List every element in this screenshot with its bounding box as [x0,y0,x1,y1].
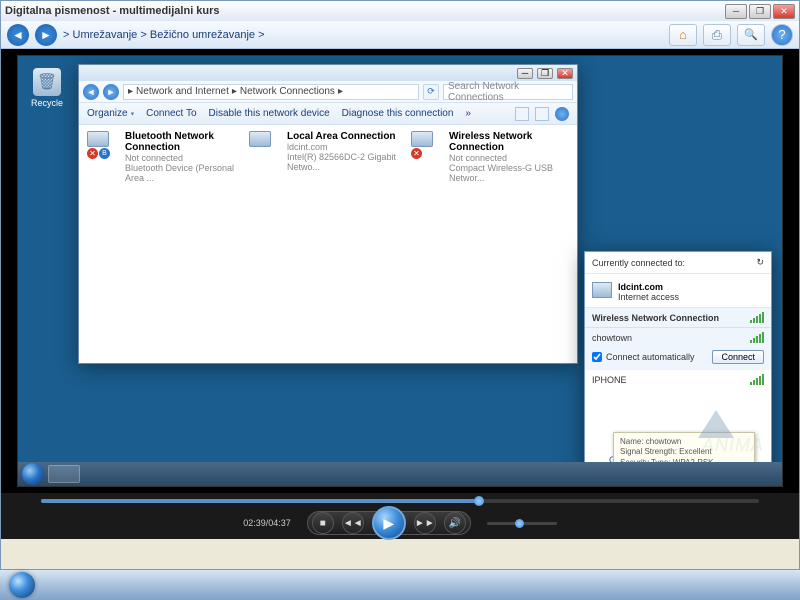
print-button[interactable] [703,24,731,46]
signal-bars-icon [750,374,764,385]
watermark-triangle-icon [698,410,734,438]
nc-refresh-button[interactable]: ⟳ [423,84,439,100]
network-item-wireless[interactable]: ✕ Wireless Network Connection Not connec… [411,131,569,357]
wifi-network-iphone[interactable]: IPHONE [585,370,771,389]
connect-auto-row: Connect automatically Connect [585,347,771,370]
connect-button[interactable]: Connect [712,350,764,364]
play-button[interactable]: ▶ [372,506,406,540]
media-player: 02:39/04:37 ■ ◄◄ ▶ ►► 🔊 [1,493,799,539]
stop-button[interactable]: ■ [312,512,334,534]
close-button[interactable]: ✕ [773,4,795,19]
seek-progress [41,499,479,503]
disable-device-button[interactable]: Disable this network device [209,108,330,119]
nc-search-input[interactable]: Search Network Connections [443,84,573,100]
nc-close-button[interactable]: ✕ [557,68,573,79]
breadcrumb: > Umrežavanje > Bežično umrežavanje > [63,29,663,41]
time-display: 02:39/04:37 [243,518,291,528]
lan-icon [249,131,281,159]
titlebar: Digitalna pismenost - multimedijalni kur… [1,1,799,21]
nc-forward-button[interactable]: ► [103,84,119,100]
watermark: ANIMA [702,435,764,456]
wifi-section-header: Wireless Network Connection [585,308,771,328]
network-icon [592,282,612,298]
help-button[interactable]: ? [771,24,793,46]
current-connection: ldcint.com Internet access [585,277,771,308]
window-title: Digitalna pismenost - multimedijalni kur… [5,5,725,17]
volume-button[interactable]: 🔊 [444,512,466,534]
home-button[interactable] [669,24,697,46]
bluetooth-icon: ✕B [87,131,119,159]
start-button[interactable] [6,570,38,600]
forward-button[interactable]: ► [35,24,57,46]
diagnose-button[interactable]: Diagnose this connection [342,108,454,119]
wifi-network-chowtown[interactable]: chowtown [585,328,771,347]
seek-bar[interactable] [41,499,759,503]
organize-menu[interactable]: Organize [87,108,134,119]
inner-task-item[interactable] [48,465,80,483]
video-frame: 🗑 Recycle ─ ❐ ✕ ◄ ► ▸ Network and Intern… [17,55,783,487]
signal-bars-icon [750,332,764,343]
wireless-icon: ✕ [411,131,443,159]
view-button[interactable] [515,107,529,121]
search-button[interactable] [737,24,765,46]
volume-slider[interactable] [487,522,557,525]
back-button[interactable]: ◄ [7,24,29,46]
signal-bars-icon [750,312,764,323]
volume-thumb[interactable] [515,519,524,528]
refresh-icon[interactable]: ↻ [756,257,764,268]
nc-back-button[interactable]: ◄ [83,84,99,100]
nc-maximize-button[interactable]: ❐ [537,68,553,79]
nc-path[interactable]: ▸ Network and Internet ▸ Network Connect… [123,84,419,100]
inner-taskbar [18,462,782,486]
nc-help-button[interactable] [555,107,569,121]
course-window: Digitalna pismenost - multimedijalni kur… [0,0,800,570]
minimize-button[interactable]: ─ [725,4,747,19]
connect-auto-checkbox[interactable] [592,352,602,362]
network-connections-window: ─ ❐ ✕ ◄ ► ▸ Network and Internet ▸ Netwo… [78,64,578,364]
breadcrumb-item[interactable]: Umrežavanje [73,29,138,41]
preview-pane-button[interactable] [535,107,549,121]
maximize-button[interactable]: ❐ [749,4,771,19]
inner-start-button[interactable] [22,463,44,485]
seek-thumb[interactable] [474,496,484,506]
nc-address-bar: ◄ ► ▸ Network and Internet ▸ Network Con… [79,81,577,103]
nc-titlebar: ─ ❐ ✕ [79,65,577,81]
breadcrumb-item[interactable]: Bežično umrežavanje [150,29,255,41]
recycle-bin-label: Recycle [26,98,68,108]
rewind-button[interactable]: ◄◄ [342,512,364,534]
recycle-bin-icon: 🗑 [33,68,61,96]
nc-body: ✕B Bluetooth Network Connection Not conn… [79,125,577,363]
nc-toolbar: Organize Connect To Disable this network… [79,103,577,125]
network-item-bluetooth[interactable]: ✕B Bluetooth Network Connection Not conn… [87,131,245,357]
wifi-header: Currently connected to: ↻ [585,252,771,274]
folder-icon: ▸ [128,86,133,97]
window-buttons: ─ ❐ ✕ [725,4,795,19]
toolbar: ◄ ► > Umrežavanje > Bežično umrežavanje … [1,21,799,49]
network-item-lan[interactable]: Local Area Connection ldcint.com Intel(R… [249,131,407,357]
start-orb-icon [9,572,35,598]
connect-to-button[interactable]: Connect To [146,108,196,119]
player-controls: 02:39/04:37 ■ ◄◄ ▶ ►► 🔊 [1,509,799,537]
nc-minimize-button[interactable]: ─ [517,68,533,79]
recycle-bin: 🗑 Recycle [26,68,68,108]
more-icon[interactable]: » [465,108,471,119]
fast-forward-button[interactable]: ►► [414,512,436,534]
video-stage: 🗑 Recycle ─ ❐ ✕ ◄ ► ▸ Network and Intern… [1,49,799,539]
os-taskbar [0,570,800,600]
